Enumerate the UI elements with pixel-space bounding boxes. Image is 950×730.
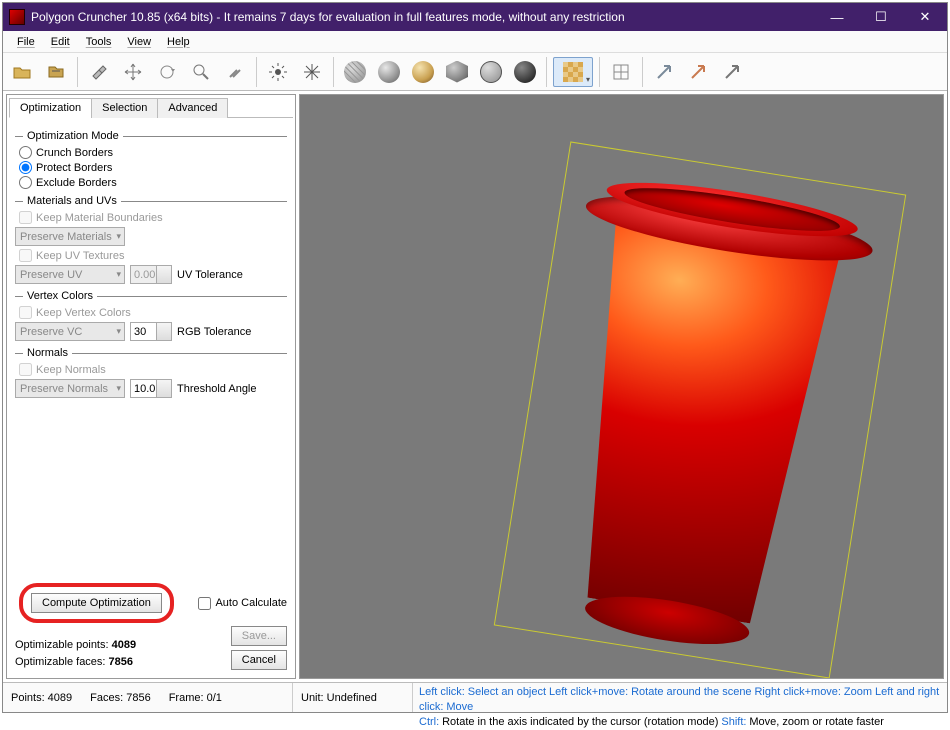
check-keep-uv[interactable]: Keep UV Textures (19, 249, 287, 262)
vertex-colors-legend: Vertex Colors (27, 290, 93, 302)
check-auto-calculate[interactable]: Auto Calculate (198, 597, 287, 610)
move-icon[interactable] (118, 57, 148, 87)
check-keep-vertex-colors[interactable]: Keep Vertex Colors (19, 306, 287, 319)
sphere-smooth-icon[interactable] (408, 57, 438, 87)
sphere-dark-icon[interactable] (510, 57, 540, 87)
maximize-button[interactable]: ☐ (859, 3, 903, 31)
opt-points-label: Optimizable points: (15, 639, 109, 651)
toolbar (3, 53, 947, 91)
menu-help[interactable]: Help (167, 36, 190, 48)
window-title: Polygon Cruncher 10.85 (x64 bits) - It r… (31, 10, 815, 24)
opt-faces-value: 7856 (109, 656, 133, 668)
check-keep-normals[interactable]: Keep Normals (19, 363, 287, 376)
menu-edit[interactable]: Edit (51, 36, 70, 48)
sphere-lines-icon[interactable] (476, 57, 506, 87)
spin-rgb-tolerance[interactable]: 30 (130, 322, 172, 341)
status-unit: Unit: Undefined (301, 692, 377, 704)
combo-preserve-vc[interactable]: Preserve VC (15, 322, 125, 341)
minimize-button[interactable]: ― (815, 3, 859, 31)
status-frame: Frame: 0/1 (169, 692, 222, 704)
menu-file[interactable]: File (17, 36, 35, 48)
status-points: Points: 4089 (11, 692, 72, 704)
grid-icon[interactable] (606, 57, 636, 87)
save-button[interactable]: Save... (231, 626, 287, 646)
status-hints: Left click: Select an object Left click+… (413, 683, 947, 712)
cancel-button[interactable]: Cancel (231, 650, 287, 670)
materials-legend: Materials and UVs (27, 195, 117, 207)
close-button[interactable]: ✕ (903, 3, 947, 31)
arrow2-icon[interactable] (683, 57, 713, 87)
sphere-wire-icon[interactable] (340, 57, 370, 87)
arrow1-icon[interactable] (649, 57, 679, 87)
radio-protect-borders[interactable]: Protect Borders (19, 161, 287, 174)
spin-threshold-angle[interactable]: 10.0 (130, 379, 172, 398)
opt-points-value: 4089 (112, 639, 136, 651)
spin-uv-tolerance[interactable]: 0.00 (130, 265, 172, 284)
radio-crunch-borders[interactable]: Crunch Borders (19, 146, 287, 159)
combo-preserve-uv[interactable]: Preserve UV (15, 265, 125, 284)
left-panel: Optimization Selection Advanced Optimiza… (6, 94, 296, 679)
tab-selection[interactable]: Selection (91, 98, 158, 118)
arrow3-icon[interactable] (717, 57, 747, 87)
combo-preserve-normals[interactable]: Preserve Normals (15, 379, 125, 398)
status-faces: Faces: 7856 (90, 692, 151, 704)
zoom-icon[interactable] (186, 57, 216, 87)
tools-icon[interactable] (220, 57, 250, 87)
tab-advanced[interactable]: Advanced (157, 98, 228, 118)
statusbar: Points: 4089 Faces: 7856 Frame: 0/1 Unit… (3, 682, 947, 712)
sphere-facet-icon[interactable] (442, 57, 472, 87)
light2-icon[interactable] (297, 57, 327, 87)
uv-tolerance-label: UV Tolerance (177, 269, 243, 281)
rgb-tolerance-label: RGB Tolerance (177, 326, 251, 338)
check-keep-material-boundaries[interactable]: Keep Material Boundaries (19, 211, 287, 224)
optimization-mode-legend: Optimization Mode (27, 130, 119, 142)
normals-legend: Normals (27, 347, 68, 359)
checker-dropdown[interactable] (553, 57, 593, 87)
sphere-flat-icon[interactable] (374, 57, 404, 87)
titlebar: Polygon Cruncher 10.85 (x64 bits) - It r… (3, 3, 947, 31)
save-icon[interactable] (41, 57, 71, 87)
viewport-3d[interactable] (299, 94, 944, 679)
app-icon (9, 9, 25, 25)
rotate-icon[interactable] (152, 57, 182, 87)
radio-exclude-borders[interactable]: Exclude Borders (19, 176, 287, 189)
light-icon[interactable] (263, 57, 293, 87)
menu-tools[interactable]: Tools (86, 36, 112, 48)
menubar: File Edit Tools View Help (3, 31, 947, 53)
tab-optimization[interactable]: Optimization (9, 98, 92, 118)
hammer-icon[interactable] (84, 57, 114, 87)
combo-preserve-materials[interactable]: Preserve Materials (15, 227, 125, 246)
menu-view[interactable]: View (127, 36, 151, 48)
threshold-angle-label: Threshold Angle (177, 383, 257, 395)
open-icon[interactable] (7, 57, 37, 87)
opt-faces-label: Optimizable faces: (15, 656, 105, 668)
compute-optimization-button[interactable]: Compute Optimization (31, 593, 162, 613)
